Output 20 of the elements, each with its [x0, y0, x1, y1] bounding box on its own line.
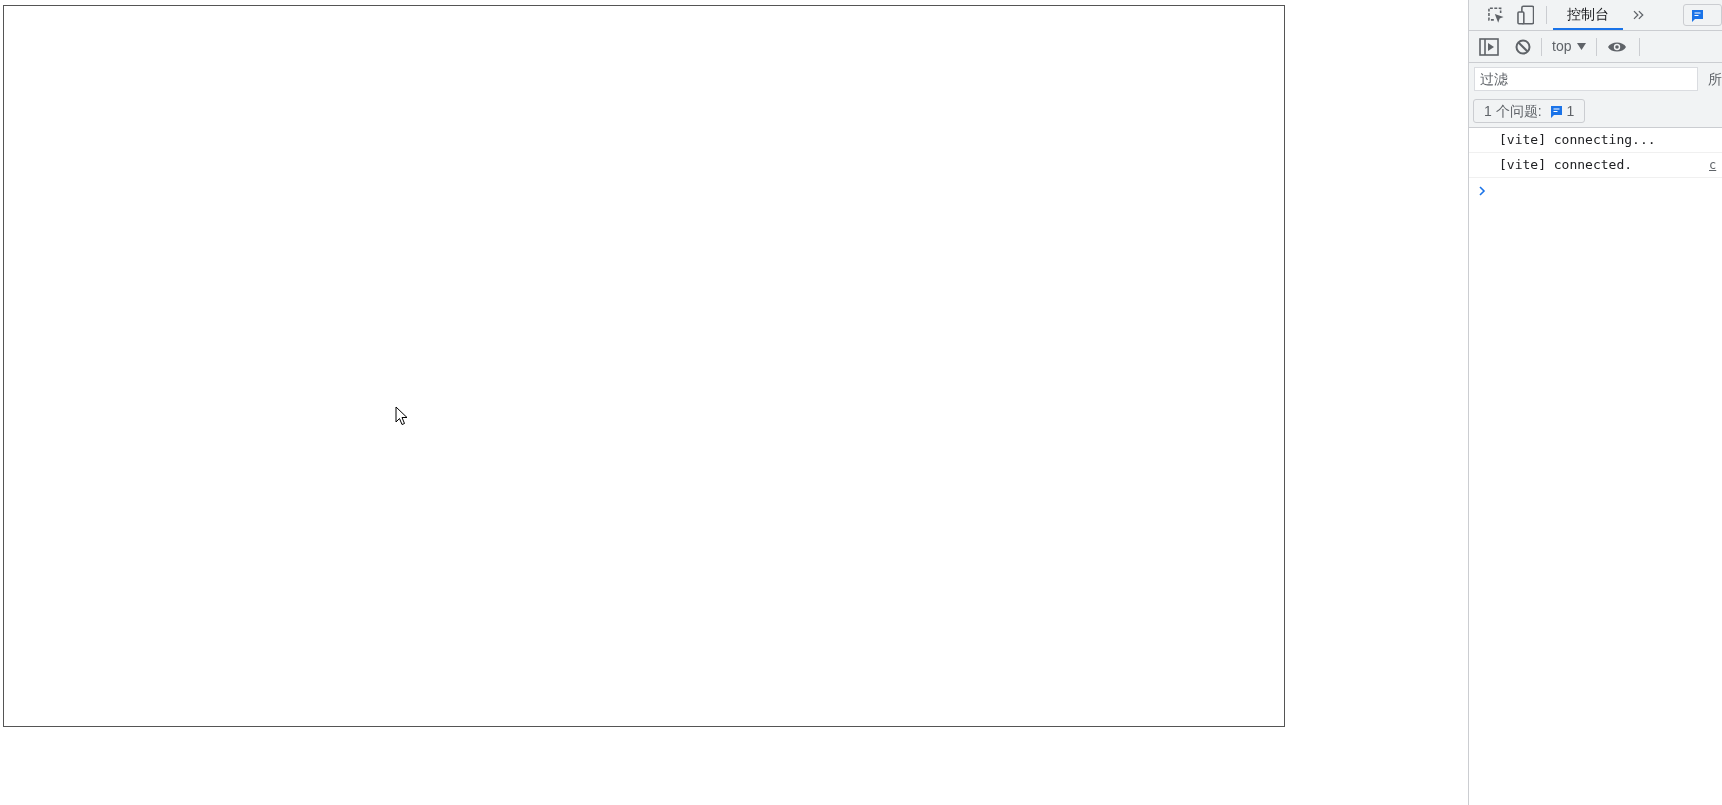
device-toolbar-icon[interactable] [1516, 5, 1535, 25]
message-icon [1549, 104, 1563, 118]
console-message: [vite] connected. [1499, 156, 1634, 175]
source-link[interactable]: c [1709, 156, 1717, 174]
prompt-chevron-icon[interactable] [1479, 185, 1486, 196]
console-message: [vite] connecting... [1499, 131, 1657, 150]
levels-dropdown[interactable]: 所 [1708, 68, 1722, 90]
inspect-element-icon[interactable] [1487, 6, 1505, 24]
issues-badge[interactable] [1682, 4, 1722, 26]
more-tabs-icon[interactable] [1633, 10, 1645, 20]
filter-field[interactable]: 过滤 [1474, 67, 1698, 91]
caret-icon [1577, 43, 1587, 50]
sidebar-toggle-icon[interactable] [1479, 37, 1499, 56]
issues-button[interactable]: 1 个问题: 1 [1473, 99, 1586, 123]
mouse-cursor-icon [395, 406, 409, 427]
context-dropdown[interactable]: top [1552, 36, 1587, 57]
issues-count: 1 [1566, 101, 1575, 121]
issues-label: 1 个问题: [1484, 101, 1542, 121]
message-icon [1690, 8, 1704, 22]
clear-console-icon[interactable] [1515, 38, 1531, 55]
